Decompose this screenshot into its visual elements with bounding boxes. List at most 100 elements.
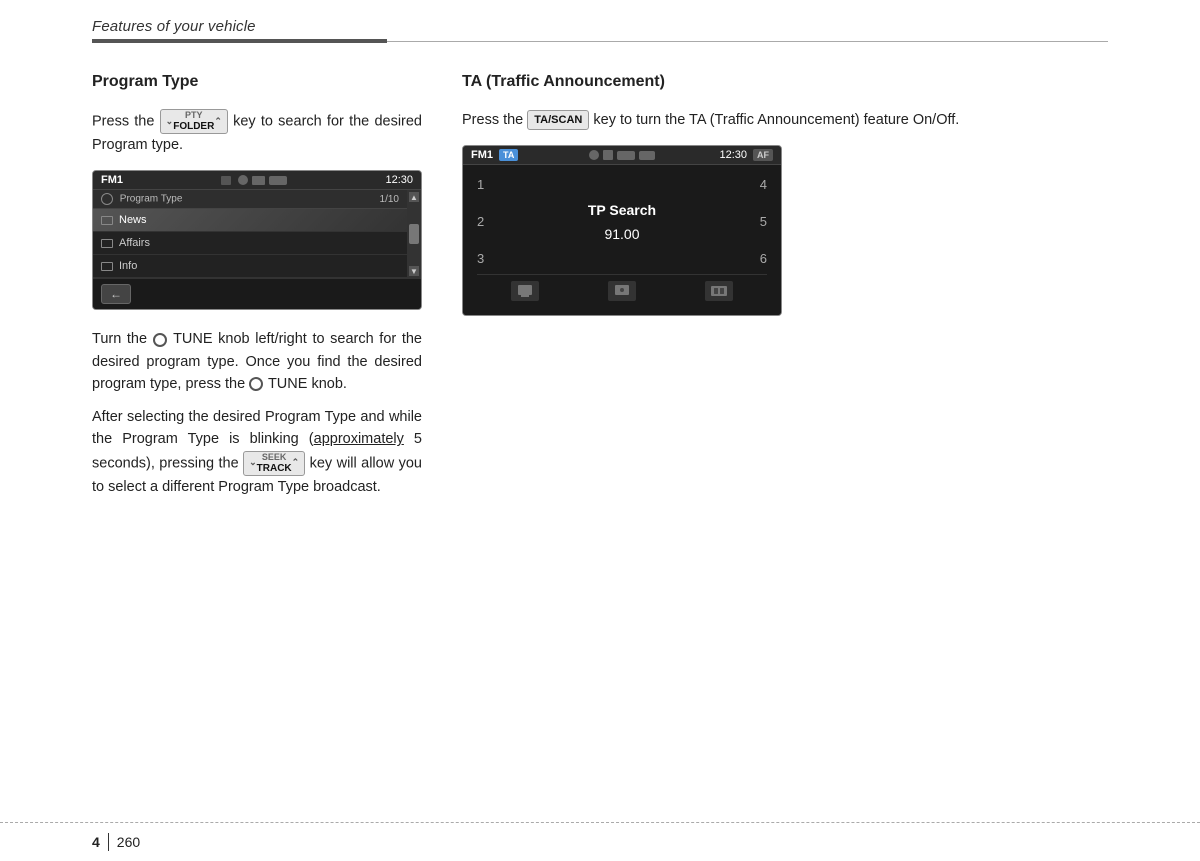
ta-num-6: 6 (760, 251, 767, 266)
screen-mockup-2: FM1 TA 12:30 AF 1 (462, 145, 782, 316)
tune-label-2: TUNE (268, 376, 307, 392)
prog-disc-icon (101, 193, 113, 205)
program-type-header-label: Program Type (101, 193, 182, 205)
fm-label-1: FM1 (101, 174, 123, 186)
ta-icon-1 (511, 281, 539, 301)
status-icon-1 (238, 175, 248, 185)
tp-search-label: TP Search (588, 202, 656, 218)
screen-mockup-1: FM1 ​ 12:30 Progra (92, 170, 422, 310)
scroll-track-1[interactable]: ▲ ▼ (407, 190, 421, 278)
time-label-1: 12:30 (385, 174, 413, 186)
seek-key-bottom: TRACK (257, 463, 292, 474)
seek-key-top: SEEK (262, 453, 287, 463)
tune-knob-icon (153, 333, 168, 347)
right-column: TA (Traffic Announcement) Press the TA/S… (462, 73, 1108, 508)
page-header: Features of your vehicle (0, 0, 1200, 43)
page-indicator: 1/10 (380, 194, 399, 205)
ta-numbers-right: 4 5 6 (746, 177, 767, 266)
ta-icon-3-svg (711, 284, 727, 298)
program-type-intro: Press the ⌄ PTY FOLDER ⌃ key to search f… (92, 109, 422, 156)
fm-label-2: FM1 (471, 149, 493, 161)
screen-body-1: Program Type 1/10 News Affairs (93, 190, 421, 278)
signal-icon-2 (603, 150, 613, 160)
ta-icon-2 (608, 281, 636, 301)
back-button[interactable]: ← (101, 284, 131, 304)
list-item-news: News (93, 209, 407, 232)
footer-page: 260 (117, 834, 140, 850)
paragraph-2: Turn the TUNE knob left/right to search … (92, 328, 422, 498)
ta-num-3: 3 (477, 251, 484, 266)
para3-text: After selecting the desired Program Type… (92, 406, 422, 498)
ta-num-1: 1 (477, 177, 484, 192)
item-label-affairs: Affairs (119, 237, 150, 249)
para2-post2: knob. (311, 376, 346, 392)
ta-icon-1-svg (517, 284, 533, 298)
seek-key-arrow-right: ⌃ (292, 457, 300, 469)
ta-numbers-left: 1 2 3 (477, 177, 498, 266)
header-rule-thin (387, 41, 1108, 42)
scroll-arrow-up[interactable]: ▲ (409, 192, 419, 202)
scroll-arrow-down[interactable]: ▼ (409, 266, 419, 276)
ta-num-2: 2 (477, 214, 484, 229)
tune-knob-circle-2 (249, 377, 263, 391)
scroll-thumb (409, 224, 419, 244)
item-label-info: Info (119, 260, 137, 272)
ta-icon-2-svg (614, 284, 630, 298)
list-item-info: Info (93, 255, 407, 278)
topbar-right-2: 12:30 AF (719, 149, 773, 161)
tune-label-1: TUNE (173, 331, 212, 347)
screen-bottombar-1: ← (93, 278, 421, 309)
program-type-title: Program Type (92, 73, 422, 91)
header-rule-thick (92, 39, 387, 43)
ta-title: TA (Traffic Announcement) (462, 73, 1108, 91)
seek-key-button: ⌄ SEEK TRACK ⌃ (243, 451, 305, 476)
key-arrow-right: ⌃ (214, 116, 222, 128)
ta-badge: TA (499, 149, 518, 161)
item-icon-affairs (101, 239, 113, 248)
main-content: Program Type Press the ⌄ PTY FOLDER ⌃ ke… (0, 43, 1200, 508)
af-badge: AF (753, 149, 773, 161)
conn-icon-2 (617, 151, 635, 160)
screen-list-container: Program Type 1/10 News Affairs (93, 190, 407, 278)
ta-screen-body: 1 2 3 TP Search 91.00 4 5 6 (463, 165, 781, 315)
para2-pre: Turn the (92, 331, 153, 347)
status-icon-2 (252, 176, 265, 185)
ta-num-5: 5 (760, 214, 767, 229)
tune-knob-icon-2 (249, 377, 264, 391)
ta-icon-3 (705, 281, 733, 301)
time-label-2: 12:30 (719, 149, 747, 161)
topbar-icons-1: ​ (221, 175, 287, 186)
screen-topbar-1: FM1 ​ 12:30 (93, 171, 421, 190)
topbar-left-2: FM1 TA (471, 149, 524, 161)
seek-key-arrow-left: ⌄ (249, 457, 257, 469)
bt-icon-2 (589, 150, 599, 160)
footer-chapter: 4 (92, 834, 100, 850)
screen-list: News Affairs Info (93, 209, 407, 278)
list-item-affairs: Affairs (93, 232, 407, 255)
ta-num-4: 4 (760, 177, 767, 192)
prog-label: Program Type (120, 194, 183, 205)
bluetooth-icon: ​ (221, 175, 234, 186)
para2-text: Turn the TUNE knob left/right to search … (92, 328, 422, 395)
ta-scan-label: TA/SCAN (534, 113, 582, 127)
seek-key-main: SEEK TRACK (257, 453, 292, 474)
status-icon-3 (269, 176, 287, 185)
topbar-icons-2 (589, 150, 655, 160)
pty-key-button: ⌄ PTY FOLDER ⌃ (160, 109, 228, 134)
ta-bottom-icons (477, 274, 767, 303)
page-footer: 4 260 (0, 822, 1200, 861)
footer-separator (108, 833, 109, 851)
header-title: Features of your vehicle (92, 18, 1108, 35)
intro-pre-text: Press the (92, 113, 154, 129)
ta-center-content: TP Search 91.00 (498, 177, 746, 266)
ta-frequency: 91.00 (604, 226, 639, 242)
program-type-header: Program Type 1/10 (93, 190, 407, 209)
bat-icon-2 (639, 151, 655, 160)
ta-intro-post: key to turn the TA (Traffic Announcement… (593, 112, 959, 128)
pty-key-bottom: FOLDER (173, 121, 214, 132)
ta-intro-paragraph: Press the TA/SCAN key to turn the TA (Tr… (462, 109, 1108, 131)
pty-key-top: PTY (185, 111, 203, 121)
item-icon-news (101, 216, 113, 225)
ta-main-content: 1 2 3 TP Search 91.00 4 5 6 (477, 177, 767, 266)
screen-topbar-2: FM1 TA 12:30 AF (463, 146, 781, 165)
